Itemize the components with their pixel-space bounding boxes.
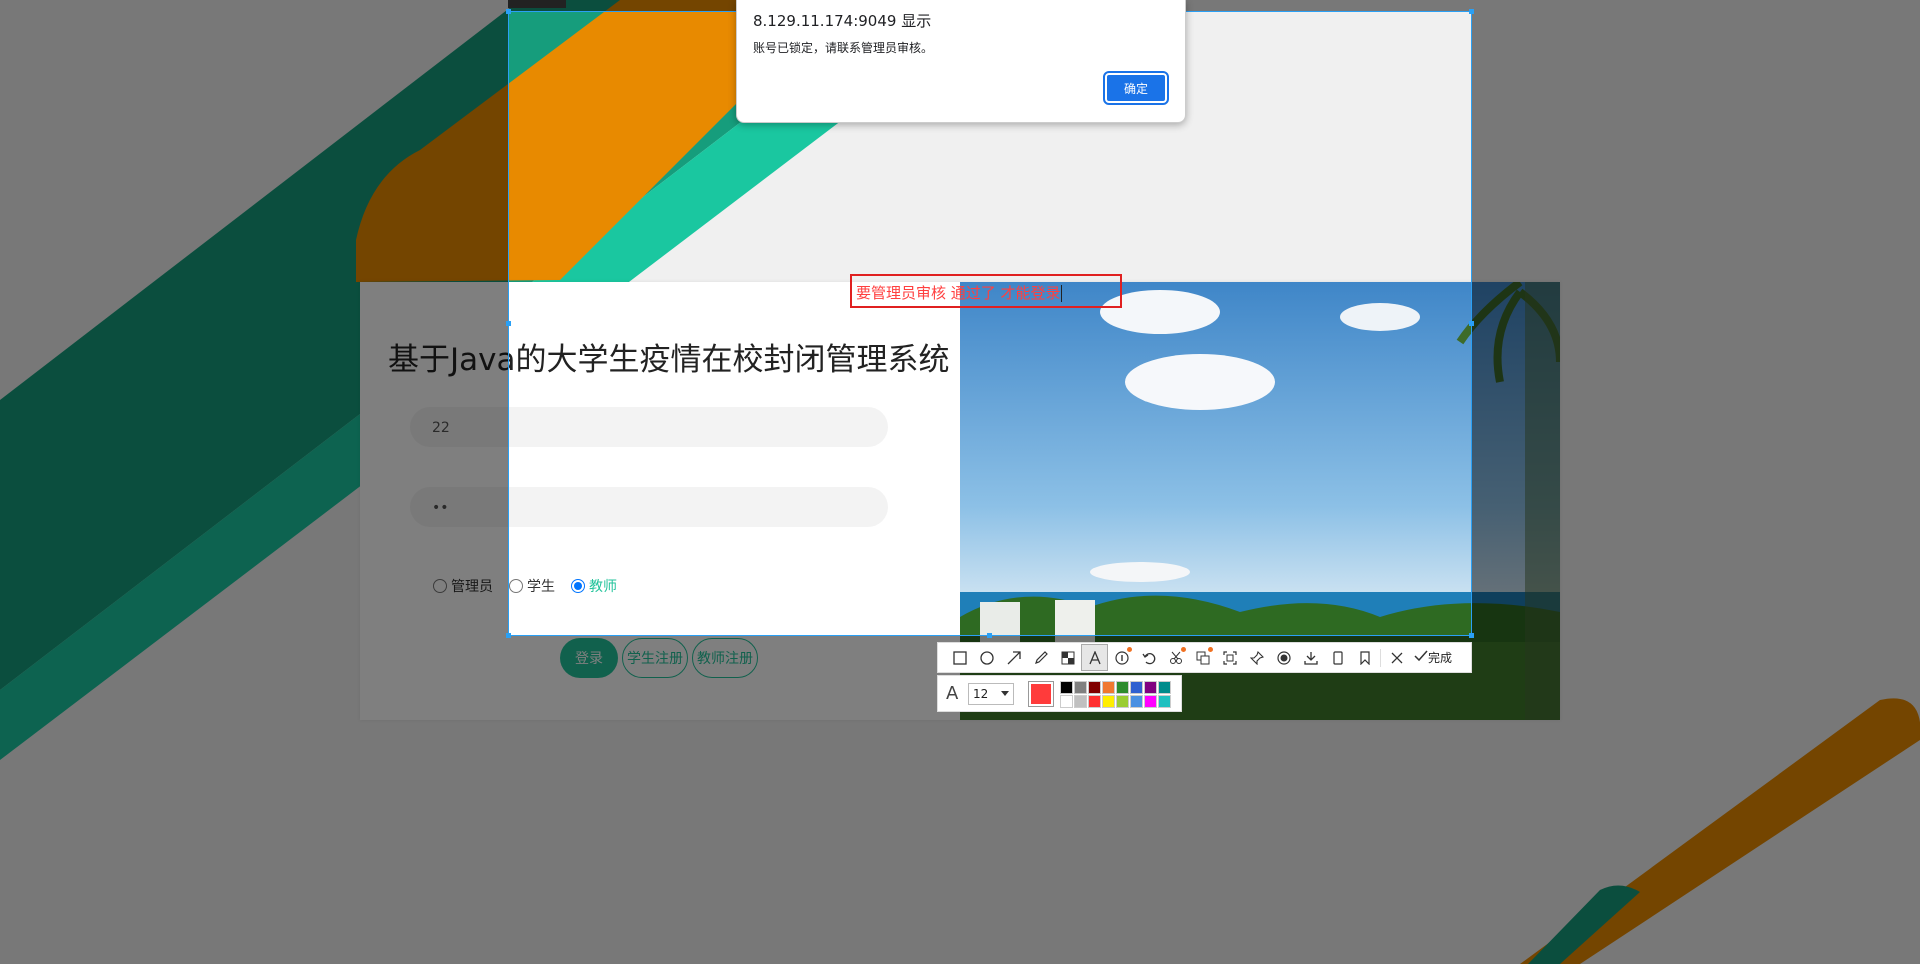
mosaic-icon[interactable] bbox=[1054, 644, 1081, 671]
selection-size-label bbox=[508, 0, 566, 8]
color-swatch[interactable] bbox=[1060, 681, 1073, 694]
pin-icon[interactable] bbox=[1243, 644, 1270, 671]
color-swatch[interactable] bbox=[1116, 695, 1129, 708]
done-label: 完成 bbox=[1428, 651, 1453, 665]
done-icon bbox=[1414, 650, 1428, 665]
translate-icon[interactable] bbox=[1189, 644, 1216, 671]
scroll-capture-icon[interactable] bbox=[1216, 644, 1243, 671]
ocr-icon[interactable] bbox=[1162, 644, 1189, 671]
color-swatch[interactable] bbox=[1130, 695, 1143, 708]
resize-handle[interactable] bbox=[1469, 321, 1474, 326]
color-swatch[interactable] bbox=[1074, 695, 1087, 708]
resize-handle[interactable] bbox=[1469, 9, 1474, 14]
font-size-value: 12 bbox=[973, 687, 989, 701]
text-options-panel: A 12 bbox=[937, 675, 1182, 712]
current-color-swatch[interactable] bbox=[1028, 681, 1054, 707]
text-caret bbox=[1060, 285, 1062, 302]
save-icon[interactable] bbox=[1297, 644, 1324, 671]
color-swatch[interactable] bbox=[1158, 695, 1171, 708]
close-icon[interactable] bbox=[1383, 644, 1410, 671]
chevron-down-icon bbox=[1001, 691, 1009, 696]
font-icon: A bbox=[946, 683, 959, 704]
record-icon[interactable] bbox=[1270, 644, 1297, 671]
color-swatch[interactable] bbox=[1158, 681, 1171, 694]
rectangle-icon[interactable] bbox=[946, 644, 973, 671]
color-swatch[interactable] bbox=[1116, 681, 1129, 694]
color-swatch[interactable] bbox=[1088, 695, 1101, 708]
alert-ok-button[interactable]: 确定 bbox=[1103, 71, 1169, 105]
color-swatch[interactable] bbox=[1130, 681, 1143, 694]
alert-message: 账号已锁定，请联系管理员审核。 bbox=[753, 41, 934, 55]
alert-dialog: 8.129.11.174:9049 显示 账号已锁定，请联系管理员审核。 确定 bbox=[736, 0, 1186, 123]
pencil-icon[interactable] bbox=[1027, 644, 1054, 671]
resize-handle[interactable] bbox=[506, 9, 511, 14]
color-palette bbox=[1060, 681, 1171, 708]
screenshot-toolbar: 完成 bbox=[937, 642, 1472, 673]
dim-overlay-left bbox=[0, 11, 508, 636]
alert-origin: 8.129.11.174:9049 显示 bbox=[753, 12, 932, 30]
color-swatch[interactable] bbox=[1060, 695, 1073, 708]
bookmark-icon[interactable] bbox=[1351, 644, 1378, 671]
dim-overlay-right bbox=[1472, 11, 1920, 636]
annotation-text[interactable]: 要管理员审核 通过了 才能登录 bbox=[856, 282, 1062, 303]
undo-icon[interactable] bbox=[1135, 644, 1162, 671]
color-swatch[interactable] bbox=[1102, 681, 1115, 694]
color-swatch[interactable] bbox=[1144, 681, 1157, 694]
resize-handle[interactable] bbox=[987, 633, 992, 638]
annotation-text-content: 要管理员审核 通过了 才能登录 bbox=[856, 284, 1061, 302]
serial-number-icon[interactable] bbox=[1108, 644, 1135, 671]
resize-handle[interactable] bbox=[506, 633, 511, 638]
font-size-select[interactable]: 12 bbox=[968, 683, 1014, 705]
long-screenshot-icon[interactable] bbox=[1324, 644, 1351, 671]
arrow-icon[interactable] bbox=[1000, 644, 1027, 671]
done-button[interactable]: 完成 bbox=[1414, 649, 1452, 666]
color-swatch[interactable] bbox=[1144, 695, 1157, 708]
current-color-fill bbox=[1031, 684, 1051, 704]
ellipse-icon[interactable] bbox=[973, 644, 1000, 671]
color-swatch[interactable] bbox=[1088, 681, 1101, 694]
text-icon[interactable] bbox=[1081, 644, 1108, 671]
color-swatch[interactable] bbox=[1074, 681, 1087, 694]
color-swatch[interactable] bbox=[1102, 695, 1115, 708]
resize-handle[interactable] bbox=[506, 321, 511, 326]
resize-handle[interactable] bbox=[1469, 633, 1474, 638]
